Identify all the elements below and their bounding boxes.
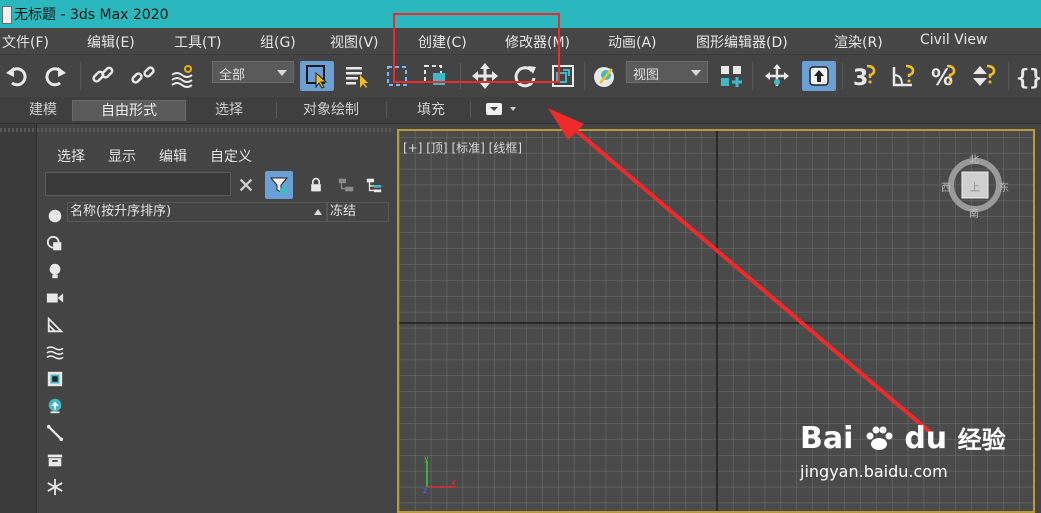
watermark-url: jingyan.baidu.com	[800, 462, 948, 481]
watermark-suffix: 经验	[957, 426, 1006, 454]
watermark-brand-2: du	[904, 421, 948, 456]
watermark-brand: Bai	[800, 421, 854, 456]
baidu-watermark: Bai du 经验 jingyan.baidu.com	[800, 420, 1006, 490]
paw-icon	[864, 424, 894, 452]
